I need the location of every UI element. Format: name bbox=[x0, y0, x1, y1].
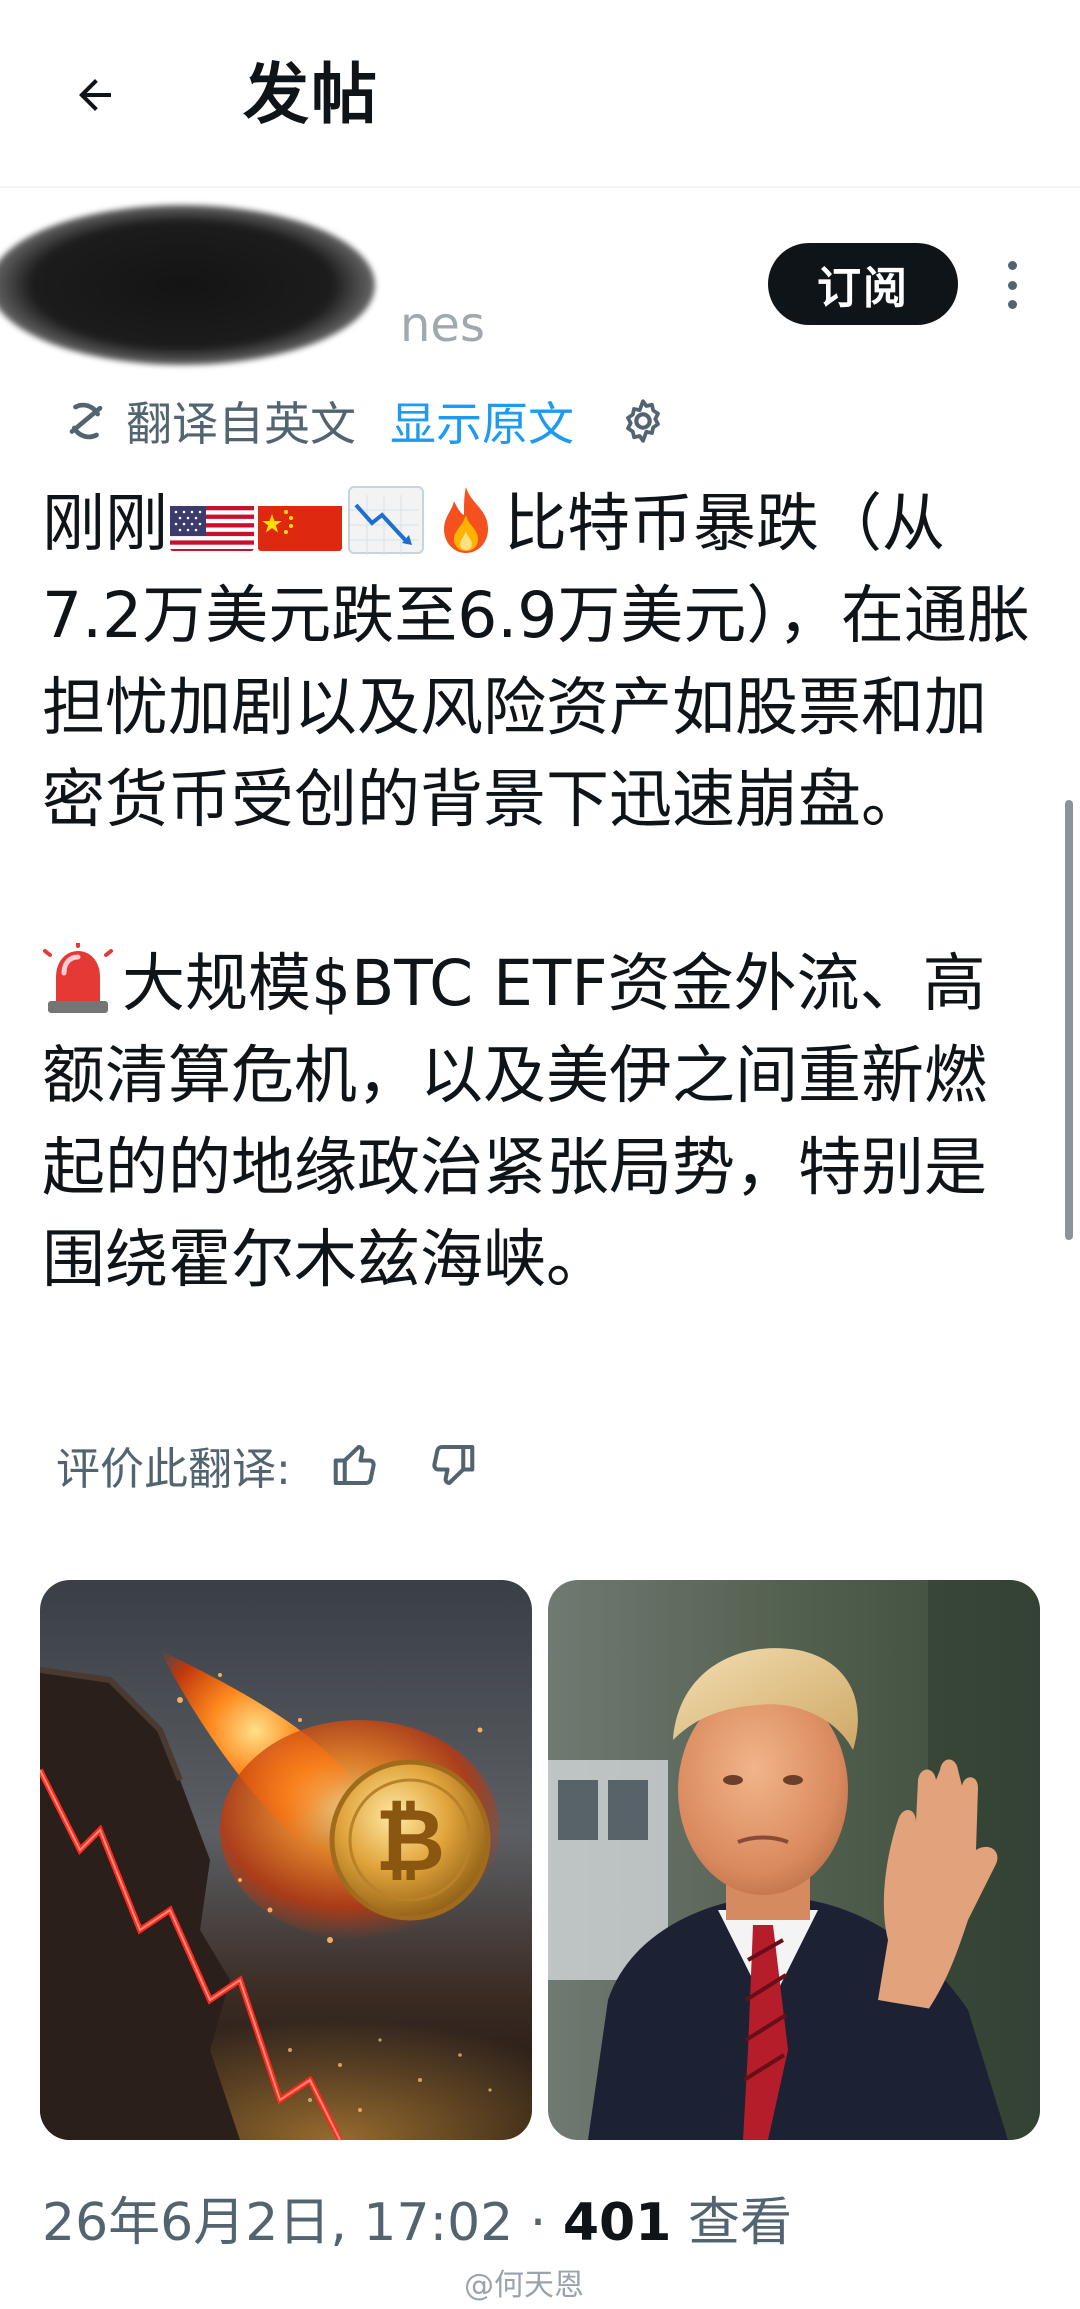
more-options-icon[interactable] bbox=[990, 255, 1034, 315]
header-divider bbox=[0, 186, 1080, 188]
police-light-icon bbox=[42, 941, 114, 1017]
translate-icon bbox=[69, 402, 103, 440]
thumbs-down-icon[interactable] bbox=[425, 1438, 479, 1492]
china-flag-icon bbox=[258, 495, 342, 551]
redacted-author-name bbox=[0, 205, 375, 365]
fire-icon bbox=[434, 485, 498, 555]
bitcoin-meteor-image[interactable]: ₿ bbox=[40, 1580, 532, 2140]
show-original-link[interactable]: 显示原文 bbox=[390, 388, 574, 454]
post-timestamp[interactable]: 26年6月2日, 17:02 bbox=[42, 2193, 513, 2253]
author-handle[interactable]: nes bbox=[400, 295, 485, 355]
views-count: 401 bbox=[562, 2193, 672, 2253]
post-text: 刚刚 比特币暴跌（从7.2万美元跌至6.9万美元），在通胀担忧加剧以及风险资产如股… bbox=[42, 478, 1042, 1306]
rate-translation-bar: 评价此翻译: bbox=[56, 1430, 479, 1500]
rate-translation-label: 评价此翻译: bbox=[56, 1444, 291, 1495]
subscribe-button[interactable]: 订阅 bbox=[768, 243, 958, 325]
post-text-segment-3: 大规模$BTC ETF资金外流、高额清算危机，以及美伊之间重新燃起的的地缘政治紧… bbox=[42, 947, 987, 1296]
views-label: 查看 bbox=[687, 2193, 792, 2253]
translation-bar: 翻译自英文 显示原文 bbox=[58, 388, 668, 454]
translated-from-label: 翻译自英文 bbox=[126, 397, 356, 451]
meta-separator: · bbox=[513, 2193, 563, 2253]
svg-text:₿: ₿ bbox=[375, 1791, 445, 1891]
arrow-left-icon bbox=[79, 79, 111, 111]
us-flag-icon bbox=[170, 495, 254, 551]
scrollbar[interactable] bbox=[1065, 800, 1073, 1240]
gear-icon[interactable] bbox=[618, 396, 668, 446]
weibo-watermark: @何天恩 bbox=[464, 2268, 584, 2303]
page-title: 发帖 bbox=[243, 56, 379, 133]
politician-photo[interactable] bbox=[548, 1580, 1040, 2140]
thumbs-up-icon[interactable] bbox=[329, 1438, 383, 1492]
chart-decreasing-icon bbox=[348, 486, 424, 555]
back-button[interactable] bbox=[50, 50, 140, 140]
post-text-segment-1: 刚刚 bbox=[42, 487, 168, 560]
post-meta: 26年6月2日, 17:02 · 401 查看 bbox=[42, 2188, 792, 2258]
